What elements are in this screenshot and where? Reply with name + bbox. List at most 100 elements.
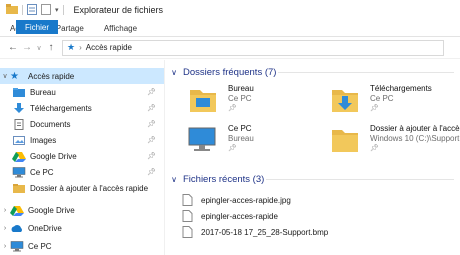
sidebar-item-label: OneDrive (28, 223, 62, 233)
forward-arrow-icon[interactable]: → (20, 42, 34, 53)
pin-icon: 📌︎ (228, 145, 237, 152)
tile-name: Dossier à ajouter à l'accès... (370, 124, 460, 133)
sidebar-item-label: Ce PC (28, 241, 52, 251)
group-header-label: Dossiers fréquents (7) (183, 66, 277, 78)
sidebar-item-ce-pc[interactable]: Ce PC 📌︎ (0, 164, 164, 180)
desktop-folder-icon (184, 84, 220, 114)
properties-icon[interactable] (27, 3, 37, 17)
pin-icon[interactable]: 📌︎ (147, 168, 156, 176)
expand-chevron-icon[interactable]: › (0, 225, 10, 232)
group-header-recent[interactable]: ∨ Fichiers récents (3) (166, 171, 460, 187)
pin-icon[interactable]: 📌︎ (147, 136, 156, 144)
expand-chevron-icon[interactable]: › (0, 243, 10, 250)
pictures-icon (12, 135, 26, 146)
sidebar-item-acces-rapide[interactable]: ∨ ★ Accès rapide (0, 68, 164, 84)
recent-file-row[interactable]: epingler-acces-rapide.jpg (182, 193, 291, 207)
group-header-frequent[interactable]: ∨ Dossiers fréquents (7) (166, 64, 460, 80)
tile-name: Bureau (228, 84, 254, 93)
sidebar-item-label: Google Drive (28, 205, 75, 215)
google-drive-icon (10, 205, 24, 216)
customize-dropdown-icon[interactable]: ▾ (55, 6, 59, 14)
tile-location: Windows 10 (C:)\Support (370, 134, 460, 143)
sidebar-item-label: Ce PC (30, 167, 54, 177)
sidebar-item-label: Dossier à ajouter à l'accès rapide (30, 183, 149, 193)
sidebar-item-label: Documents (30, 119, 71, 129)
up-arrow-icon[interactable]: ↑ (44, 42, 58, 53)
sidebar-item-label: Images (30, 135, 57, 145)
frequent-folder-tile[interactable]: Bureau Ce PC 📌︎ (176, 82, 306, 116)
file-icon (182, 194, 193, 206)
pin-icon[interactable]: 📌︎ (147, 120, 156, 128)
computer-icon (10, 240, 24, 252)
breadcrumb-acces-rapide[interactable]: Accès rapide (86, 43, 132, 52)
tab-fichier[interactable]: Fichier (16, 20, 59, 34)
onedrive-icon (10, 223, 24, 234)
sidebar-item-google-drive[interactable]: Google Drive 📌︎ (0, 148, 164, 164)
pin-icon[interactable]: 📌︎ (147, 152, 156, 160)
sidebar-item-dossier[interactable]: Dossier à ajouter à l'accès rapide (0, 180, 164, 196)
download-icon (12, 102, 26, 114)
pin-icon[interactable]: 📌︎ (147, 88, 156, 96)
expand-chevron-icon[interactable]: ∨ (0, 72, 10, 80)
title-bar: ▾ Explorateur de fichiers (0, 0, 460, 20)
file-explorer-window: ▾ Explorateur de fichiers Fichier Accuei… (0, 0, 460, 255)
sidebar-item-telechargements[interactable]: Téléchargements 📌︎ (0, 100, 164, 116)
sidebar-root-ce-pc[interactable]: › Ce PC (0, 238, 164, 254)
navigation-pane: ∨ ★ Accès rapide Bureau 📌︎ Téléchargemen… (0, 60, 165, 255)
tab-affichage[interactable]: Affichage (94, 20, 147, 36)
expand-chevron-icon[interactable]: › (0, 207, 10, 214)
pin-icon: 📌︎ (370, 145, 379, 152)
sidebar-root-google-drive[interactable]: › Google Drive (0, 202, 164, 218)
tile-name: Ce PC (228, 124, 252, 133)
pin-icon: 📌︎ (370, 105, 379, 112)
tile-name: Téléchargements (370, 84, 432, 93)
recent-file-row[interactable]: 2017-05-18 17_25_28-Support.bmp (182, 225, 328, 239)
pin-icon[interactable]: 📌︎ (147, 104, 156, 112)
file-name: 2017-05-18 17_25_28-Support.bmp (201, 227, 329, 237)
recent-locations-chevron-icon[interactable]: ∨ (34, 44, 44, 52)
sidebar-item-bureau[interactable]: Bureau 📌︎ (0, 84, 164, 100)
group-header-label: Fichiers récents (3) (183, 173, 265, 185)
computer-icon (12, 166, 26, 178)
pin-icon: 📌︎ (228, 105, 237, 112)
sidebar-item-documents[interactable]: Documents 📌︎ (0, 116, 164, 132)
new-folder-icon[interactable] (41, 3, 51, 17)
file-name: epingler-acces-rapide.jpg (201, 195, 291, 205)
download-folder-icon (326, 84, 362, 114)
sidebar-item-label: Google Drive (30, 151, 77, 161)
star-icon: ★ (67, 42, 76, 52)
star-icon: ★ (10, 70, 19, 82)
window-title: Explorateur de fichiers (73, 5, 164, 15)
recent-file-row[interactable]: epingler-acces-rapide (182, 209, 278, 223)
file-icon (182, 210, 193, 222)
group-divider (266, 179, 454, 180)
sidebar-item-label: Accès rapide (28, 71, 75, 81)
toolbar-divider (62, 5, 64, 15)
breadcrumb-chevron-icon[interactable]: › (79, 43, 82, 52)
toolbar-divider (22, 5, 23, 15)
file-name: epingler-acces-rapide (201, 211, 278, 221)
folder-icon (326, 124, 362, 154)
sidebar-root-onedrive[interactable]: › OneDrive (0, 220, 164, 236)
google-drive-icon (12, 151, 26, 162)
ribbon-tabs: Fichier Accueil Partage Affichage (0, 20, 460, 37)
collapse-chevron-icon[interactable]: ∨ (168, 68, 180, 77)
frequent-folder-tile[interactable]: Dossier à ajouter à l'accès... Windows 1… (318, 122, 460, 156)
folder-icon (12, 183, 26, 194)
tile-location: Ce PC (370, 94, 394, 103)
documents-icon (12, 118, 26, 130)
content-pane: ∨ Dossiers fréquents (7) Bureau Ce PC 📌︎… (166, 60, 460, 255)
quick-access-toolbar: ▾ (6, 3, 68, 17)
group-divider (278, 72, 454, 73)
frequent-folder-tile[interactable]: Ce PC Bureau 📌︎ (176, 122, 306, 156)
frequent-folder-tile[interactable]: Téléchargements Ce PC 📌︎ (318, 82, 448, 116)
collapse-chevron-icon[interactable]: ∨ (168, 175, 180, 184)
sidebar-item-label: Téléchargements (30, 103, 92, 113)
sidebar-item-label: Bureau (30, 87, 56, 97)
back-arrow-icon[interactable]: ← (6, 42, 20, 53)
folder-icon[interactable] (6, 4, 18, 16)
sidebar-item-images[interactable]: Images 📌︎ (0, 132, 164, 148)
desktop-folder-icon (12, 87, 26, 98)
address-input[interactable]: ★ › Accès rapide (62, 39, 444, 56)
tile-location: Bureau (228, 134, 254, 143)
